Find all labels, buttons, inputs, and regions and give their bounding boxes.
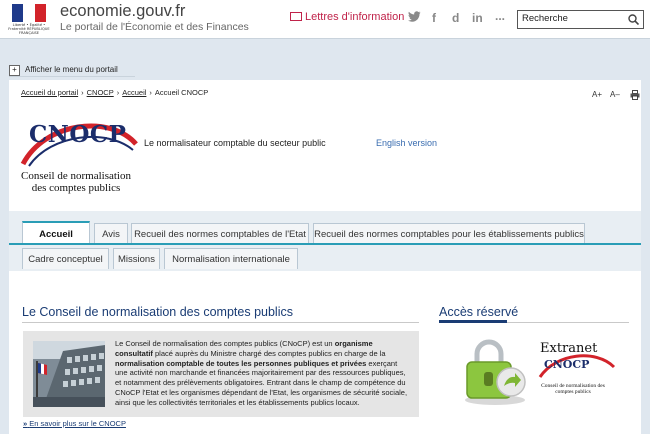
more-arrow-icon: » <box>23 419 28 428</box>
marianne-text: Liberté • Égalité • Fraternité RÉPUBLIQU… <box>8 23 50 35</box>
divider <box>22 322 419 323</box>
more-link-label: En savoir plus sur le CNOCP <box>29 419 126 428</box>
breadcrumb-separator: › <box>149 88 152 97</box>
title-underline <box>439 320 507 323</box>
logo-subtitle-line: des comptes publics <box>31 182 121 194</box>
linkedin-icon[interactable]: in <box>472 11 483 25</box>
breadcrumb-cnocp[interactable]: CNOCP <box>87 88 114 97</box>
zoom-out-button[interactable]: A– <box>610 90 620 99</box>
section-title: Le Conseil de normalisation des comptes … <box>22 305 293 319</box>
portal-menu-toggle[interactable]: + Afficher le menu du portail <box>9 65 118 76</box>
breadcrumb-separator: › <box>81 88 84 97</box>
extranet-subtitle: Conseil de normalisation des comptes pub… <box>541 383 605 395</box>
cnocp-logo[interactable]: CNOCP <box>29 121 126 148</box>
intro-box: Le Conseil de normalisation des comptes … <box>23 331 419 417</box>
acces-reserve-title: Accès réservé <box>439 305 519 319</box>
zoom-in-button[interactable]: A+ <box>592 90 602 99</box>
twitter-icon[interactable] <box>408 11 421 25</box>
tab-cadre-conceptuel[interactable]: Cadre conceptuel <box>22 248 109 269</box>
portal-menu-label: Afficher le menu du portail <box>25 65 118 74</box>
logo-subtitle: Conseil de normalisation des comptes pub… <box>16 170 136 194</box>
envelope-icon <box>290 12 302 21</box>
breadcrumb-portal-home[interactable]: Accueil du portail <box>21 88 78 97</box>
more-icon[interactable]: ... <box>495 9 505 23</box>
extranet-acronym: CNOCP <box>544 358 590 371</box>
tab-normalisation-internationale[interactable]: Normalisation internationale <box>164 248 298 269</box>
portal-header: Liberté • Égalité • Fraternité RÉPUBLIQU… <box>0 0 650 39</box>
marianne-logo[interactable]: Liberté • Égalité • Fraternité RÉPUBLIQU… <box>8 4 50 35</box>
breadcrumb-separator: › <box>116 88 120 97</box>
intro-bold: normalisation comptable de toutes les pe… <box>115 358 367 368</box>
tab-recueil-etablissements[interactable]: Recueil des normes comptables pour les é… <box>313 223 585 245</box>
main-panel: Accueil du portail › CNOCP › Accueil › Accueil… <box>9 80 641 434</box>
intro-text: Le Conseil de normalisation des comptes … <box>115 339 410 408</box>
more-about-cnocp-link[interactable]: » En savoir plus sur le CNOCP <box>23 419 126 428</box>
lock-icon[interactable] <box>459 336 529 406</box>
search-icon[interactable] <box>628 14 639 25</box>
tricolor-flag-icon <box>12 4 46 22</box>
newsletter-label: Lettres d'information <box>305 11 405 23</box>
intro-text-part: placé auprès du Ministre chargé des comp… <box>152 348 386 358</box>
site-subtitle: Le portail de l'Économie et des Finances <box>60 21 249 33</box>
search-input[interactable]: Recherche <box>517 10 644 29</box>
tab-missions[interactable]: Missions <box>113 248 160 269</box>
breadcrumb-accueil[interactable]: Accueil <box>122 88 146 97</box>
logo-subtitle-line: Conseil de normalisation <box>21 170 131 182</box>
extranet-logo[interactable]: Extranet CNOCP Conseil de normalisation … <box>534 336 634 426</box>
intro-text-part: Le Conseil de normalisation des comptes … <box>115 339 335 348</box>
tab-avis[interactable]: Avis <box>94 223 128 245</box>
english-version-link[interactable]: English version <box>376 138 437 148</box>
newsletter-link[interactable]: Lettres d'information <box>290 11 404 23</box>
search-placeholder: Recherche <box>522 13 568 24</box>
tab-accent-line <box>9 243 641 245</box>
breadcrumb-current: Accueil CNOCP <box>154 88 209 97</box>
print-icon[interactable] <box>630 90 640 100</box>
site-title[interactable]: economie.gouv.fr <box>60 2 185 21</box>
building-photo <box>33 341 105 407</box>
tagline: Le normalisateur comptable du secteur pu… <box>144 138 326 148</box>
dailymotion-icon[interactable]: d <box>452 11 459 25</box>
tab-accueil[interactable]: Accueil <box>22 221 90 245</box>
tab-bar: Accueil Avis Recueil des normes comptabl… <box>9 211 641 271</box>
facebook-icon[interactable]: f <box>432 11 436 25</box>
tab-recueil-etat[interactable]: Recueil des normes comptables de l'Etat <box>131 223 309 245</box>
breadcrumb: Accueil du portail › CNOCP › Accueil › Accueil… <box>21 88 208 97</box>
divider <box>9 76 135 77</box>
plus-icon: + <box>9 65 20 76</box>
